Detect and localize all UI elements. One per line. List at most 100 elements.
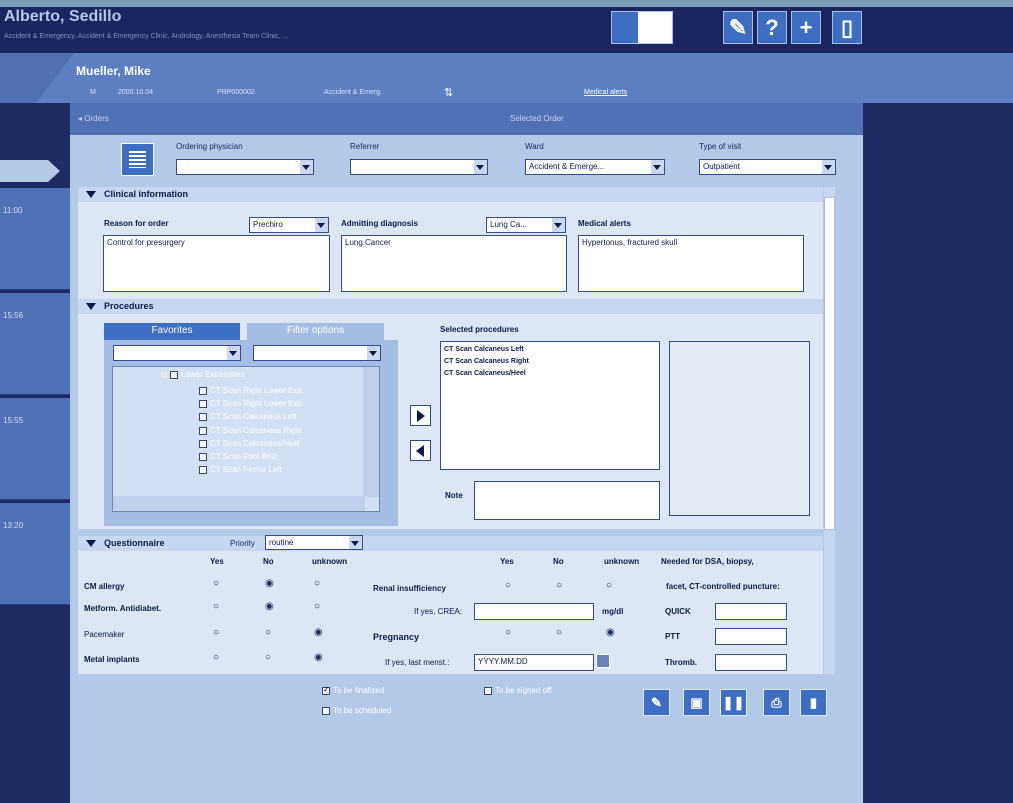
procedures-title: Procedures [104,301,154,311]
order-card[interactable]: 15:56 [0,293,70,395]
visit-type-select[interactable]: Outpatient [699,159,836,175]
radio-yes[interactable]: ○ [505,627,511,638]
finalized-option[interactable]: To be finalized [322,685,384,695]
admitting-diagnosis-text[interactable]: Lung Cancer [341,235,567,292]
clinical-info-header[interactable]: Clinical information [78,187,823,202]
tree-vscrollbar[interactable] [363,367,379,497]
filter-select[interactable] [253,345,381,361]
checkbox[interactable] [199,439,207,448]
swap-icon[interactable]: ⇅ [444,86,453,99]
tree-parent[interactable]: ⊟ Lower Extremities [161,370,245,379]
pause-button[interactable]: ❚❚ [720,689,747,716]
order-card[interactable]: 11:00 [0,188,70,290]
order-details-button[interactable] [121,143,154,176]
delete-button[interactable]: ▮ [800,689,827,716]
selected-procedure-item[interactable]: CT Scan Calcaneus Left [444,344,656,356]
radio-unknown[interactable]: ◉ [606,627,615,638]
tree-item[interactable]: CT Scan Calcaneus Left [199,410,304,423]
metformin-label: Metform. Antidiabet. [84,604,162,613]
order-card[interactable]: 15:55 [0,398,70,500]
last-menst-field[interactable]: YYYY.MM.DD [474,654,594,671]
tree-item[interactable]: CT Scan Calcaneus/Heel [199,437,304,450]
checkbox[interactable] [199,466,207,475]
order-card[interactable]: 13:20 [0,503,70,605]
add-procedure-button[interactable] [410,405,431,426]
selected-procedure-item[interactable]: CT Scan Calcaneus/Heel [444,368,656,380]
tree-item[interactable]: CT Scan Calcaneus Right [199,424,304,437]
tree-hscrollbar[interactable] [113,496,365,511]
admitting-diagnosis-select[interactable]: Lung Ca... [486,217,566,233]
radio-no[interactable]: ○ [265,627,271,638]
add-patient-button[interactable]: + [791,11,821,44]
scheduled-option[interactable]: To be scheduled [322,706,391,715]
checkbox[interactable] [322,706,330,715]
checkbox[interactable] [199,413,207,422]
signed-off-option[interactable]: To be signed off [484,686,551,695]
note-field[interactable] [474,481,660,520]
questionnaire-header[interactable]: Questionnaire [78,536,823,551]
layout-toggle-button[interactable] [611,11,673,44]
print-button[interactable]: ⎙ [763,689,790,716]
radio-no[interactable]: ○ [556,580,562,591]
crea-field[interactable] [474,603,594,620]
calendar-icon[interactable] [596,654,610,668]
radio-yes[interactable]: ○ [213,601,219,612]
list-icon [612,12,638,43]
checkbox[interactable] [484,686,492,695]
remove-procedure-button[interactable] [410,440,431,461]
selected-procedure-item[interactable]: CT Scan Calcaneus Right [444,356,656,368]
radio-unknown[interactable]: ◉ [314,652,323,663]
tools-button[interactable]: ✎ [723,11,753,44]
help-button[interactable]: ? [757,11,787,44]
procedure-tree[interactable]: ⊟ Lower Extremities CT Scan Right Lower … [112,366,380,512]
ordering-physician-select[interactable] [176,159,314,175]
radio-unknown[interactable]: ◉ [314,627,323,638]
radio-no[interactable]: ○ [556,627,562,638]
referrer-select[interactable] [350,159,488,175]
procedures-header[interactable]: Procedures [78,299,823,314]
checkbox[interactable] [199,386,207,395]
medical-alerts-text[interactable]: Hypertonus, fractured skull [578,235,804,292]
tab-filter-options[interactable]: Filter options [247,323,384,340]
checkbox[interactable] [199,426,207,435]
medical-alerts-link[interactable]: Medical alerts [584,89,627,96]
radio-unknown[interactable]: ○ [606,580,612,591]
checkbox[interactable] [199,400,207,409]
favorites-select[interactable] [113,345,241,361]
tab-favorites[interactable]: Favorites [104,323,240,340]
radio-no[interactable]: ◉ [265,578,274,589]
tree-item[interactable]: CT Scan Foot Both [199,450,304,463]
save-button[interactable]: ▣ [683,689,710,716]
reason-select[interactable]: Prechiro [249,217,329,233]
checkbox[interactable] [322,685,330,695]
arrow-left-icon [416,445,424,457]
cm-allergy-label: CM allergy [84,582,125,591]
radio-yes[interactable]: ○ [213,652,219,663]
tree-item[interactable]: CT Scan Right Lower Extr. [199,384,304,397]
collapse-icon [86,191,96,198]
ptt-field[interactable] [715,628,787,645]
checkbox[interactable] [169,370,178,379]
tree-item-label: CT Scan Femur Left [210,465,282,475]
edit-button[interactable]: ✎ [643,689,670,716]
reason-text[interactable]: Control for presurgery [103,235,330,292]
selected-procedures-list[interactable]: CT Scan Calcaneus Left CT Scan Calcaneus… [440,341,660,470]
tree-item[interactable]: CT Scan Femur Left [199,463,304,476]
radio-no[interactable]: ◉ [265,601,274,612]
thromb-field[interactable] [715,654,787,671]
orders-title[interactable]: ◂ Orders [78,114,109,123]
radio-yes[interactable]: ○ [505,580,511,591]
radio-no[interactable]: ○ [265,652,271,663]
logout-button[interactable]: ▯ [832,11,862,44]
form-scrollbar-thumb[interactable] [824,197,835,530]
order-time: 15:56 [3,311,24,320]
radio-yes[interactable]: ○ [213,578,219,589]
radio-yes[interactable]: ○ [213,627,219,638]
radio-unknown[interactable]: ○ [314,601,320,612]
checkbox[interactable] [199,452,207,461]
priority-select[interactable]: routine [265,535,363,550]
quick-field[interactable] [715,603,787,620]
ward-select[interactable]: Accident & Emerge... [525,159,665,175]
tree-item[interactable]: CT Scan Right Lower Extr. [199,397,304,410]
radio-unknown[interactable]: ○ [314,578,320,589]
